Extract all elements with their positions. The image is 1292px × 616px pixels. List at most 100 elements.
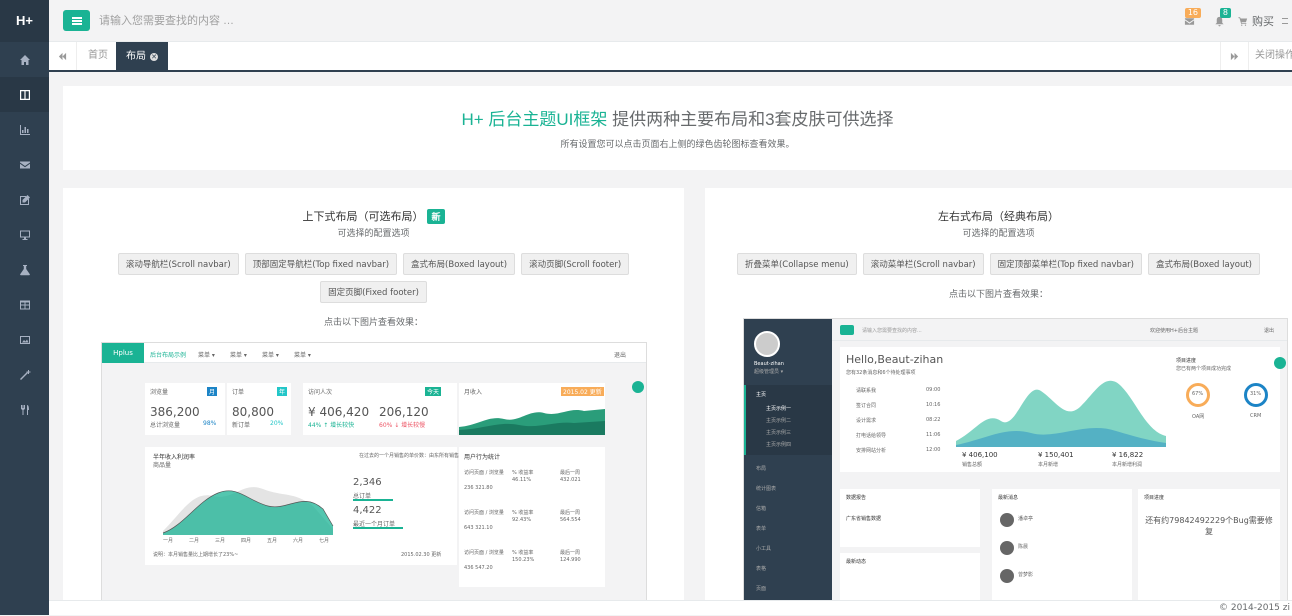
boxed-layout-button[interactable]: 盒式布局(Boxed layout) [403, 253, 516, 275]
bars-icon [71, 16, 82, 25]
new-badge: 新 [427, 208, 445, 224]
page-footer: © 2014-2015 zi [49, 600, 1292, 615]
preview-box-title: 数据报告 [846, 495, 867, 501]
preview-kpi-bar [353, 527, 403, 529]
right-sidebar-toggle[interactable] [1282, 0, 1292, 42]
preview-news-box: 最新消息 潘卓亭 陈晨 曾梦影 [992, 489, 1132, 614]
preview-nav-item: 菜单 ▾ [262, 352, 279, 359]
preview-stat-sub: 44% ↑ 增长较快 [308, 422, 355, 429]
tab-layout[interactable]: 布局 ✕ [116, 42, 168, 71]
preview-nav-item: 菜单 ▾ [230, 352, 247, 359]
preview-menu-item: 统计图表 [756, 486, 777, 492]
preview-stat-value: ¥ 16,822 [1112, 451, 1144, 459]
preview-task: 设计需求 [856, 418, 877, 424]
scroll-menu-button[interactable]: 滚动菜单栏(Scroll navbar) [862, 253, 984, 275]
preview-search: 请输入您需要查找的内容... [862, 328, 922, 334]
preview-stat-value: ¥ 150,401 [1038, 451, 1074, 459]
preview-bug-text: 还有约79842492229个Bug需要修复 [1145, 516, 1273, 536]
preview-cell: 124.990 [560, 557, 581, 563]
preview-stat-tag: 年 [277, 387, 288, 396]
menu-toggle-button[interactable] [63, 10, 90, 31]
preview-kpi-bar [353, 499, 393, 501]
fixed-top-menu-button[interactable]: 固定顶部菜单栏(Top fixed navbar) [989, 253, 1142, 275]
messages-button[interactable]: 16 [1174, 0, 1204, 42]
bar-chart-icon [19, 124, 30, 135]
tab-home[interactable]: 首页 [77, 42, 120, 70]
preview-cell: 150.23% [512, 557, 535, 563]
preview-cell: 最后一周 [560, 550, 581, 556]
sidebar-item-layout[interactable] [0, 77, 49, 112]
sidebar-item-charts[interactable] [0, 112, 49, 147]
preview-stat-value: ¥ 406,100 [962, 451, 998, 459]
preview-navbar: Hplus 后台布局示例 菜单 ▾ 菜单 ▾ 菜单 ▾ 菜单 ▾ 退出 [102, 343, 646, 363]
card-subtitle: 可选择的配置选项 [337, 229, 410, 239]
sidebar-item-tables[interactable] [0, 287, 49, 322]
magic-icon [19, 369, 30, 380]
preview-box-title: 最新消息 [998, 495, 1019, 501]
sidebar-item-ui[interactable] [0, 217, 49, 252]
close-tab-icon[interactable]: ✕ [150, 52, 158, 61]
click-hint: 点击以下图片查看效果： [948, 290, 1048, 300]
buy-label: 购买 [1252, 15, 1274, 28]
search-input[interactable] [97, 12, 397, 30]
envelope-icon [19, 161, 30, 168]
top-layout-preview-image[interactable]: Hplus 后台布局示例 菜单 ▾ 菜单 ▾ 菜单 ▾ 菜单 ▾ 退出 浏览量 … [101, 342, 647, 615]
preview-task-time: 12:00 [926, 447, 941, 453]
scroll-navbar-button[interactable]: 滚动导航栏(Scroll navbar) [117, 253, 239, 275]
preview-sidebar: Beaut-zihan 超级管理员 ▾ 主页 主页示例一 主页示例二 主页示例三… [744, 319, 832, 614]
preview-income-chart-box: 半年收入利润率 商品量 在过去的一个月销售的单价数：由东所有销售：162,862… [145, 447, 485, 565]
preview-foot-note: 说明：本月销售量比上期增长了23%~ [153, 552, 239, 558]
sidebar-item-tools[interactable] [0, 357, 49, 392]
preview-user-role: 超级管理员 ▾ [754, 369, 784, 375]
sidebar-item-misc[interactable] [0, 392, 49, 427]
preview-avatar [1000, 513, 1014, 527]
edit-icon [19, 194, 30, 205]
preview-menu-button [840, 325, 854, 335]
buy-link[interactable]: 购买 [1238, 13, 1274, 29]
preview-project-box: 项目进度 还有约79842492229个Bug需要修复 [1138, 489, 1280, 614]
sidebar-item-gallery[interactable] [0, 322, 49, 357]
sidebar-item-mail[interactable] [0, 147, 49, 182]
home-icon [19, 54, 30, 65]
preview-stat-box: 订单 年 80,800 新订单 20% [227, 383, 291, 435]
top-fixed-navbar-button[interactable]: 顶部固定导航栏(Top fixed navbar) [244, 253, 398, 275]
preview-stat-value: 206,120 [379, 405, 429, 419]
preview-task-time: 08:22 [926, 417, 941, 423]
preview-task-time: 09:00 [926, 387, 941, 393]
fixed-footer-button[interactable]: 固定页脚(Fixed footer) [320, 281, 427, 303]
sidebar-item-home[interactable] [0, 42, 49, 77]
preview-stat-value: 386,200 [150, 405, 200, 419]
preview-stat-label: 访问人次 [308, 389, 333, 396]
notifications-button[interactable]: 8 [1204, 0, 1234, 42]
preview-month-label: 一月 [163, 538, 174, 544]
flask-icon [19, 264, 30, 275]
preview-chart-unit: 商品量 [153, 462, 172, 469]
preview-cell: 访问页面 / 浏览量 [464, 470, 504, 476]
close-operations-dropdown[interactable]: 关闭操作 [1248, 42, 1292, 70]
preview-cell: 最后一周 [560, 510, 581, 516]
preview-stat-pct: 98% [203, 420, 217, 427]
app-logo[interactable]: H+ [0, 0, 49, 42]
sidebar-item-lab[interactable] [0, 252, 49, 287]
preview-greeting: Hello,Beaut-zihan [846, 353, 944, 366]
preview-kpi: 2,346 [353, 477, 382, 488]
messages-count-badge: 16 [1184, 8, 1201, 18]
preview-nav-item: 菜单 ▾ [198, 352, 215, 359]
preview-cell: 92.43% [512, 517, 532, 523]
preview-stat-value: 80,800 [232, 405, 274, 419]
preview-menu-item: 主页示例四 [766, 442, 792, 448]
preview-menu-item: 主页 [756, 392, 767, 398]
collapse-menu-button[interactable]: 折叠菜单(Collapse menu) [736, 253, 857, 275]
sidebar-item-forms[interactable] [0, 182, 49, 217]
tabs-scroll-right-button[interactable] [1220, 42, 1248, 70]
scroll-footer-button[interactable]: 滚动页脚(Scroll footer) [521, 253, 630, 275]
classic-layout-preview-image[interactable]: Beaut-zihan 超级管理员 ▾ 主页 主页示例一 主页示例二 主页示例三… [743, 318, 1288, 615]
preview-box-title: 最新动态 [846, 559, 867, 565]
preview-box-sub: 广东省销售数据 [846, 516, 882, 522]
boxed-layout-button[interactable]: 盒式布局(Boxed layout) [1147, 253, 1260, 275]
preview-news-name: 陈晨 [1018, 544, 1029, 550]
top-bottom-layout-card: 上下式布局（可选布局） 新 可选择的配置选项 滚动导航栏(Scroll navb… [63, 188, 684, 615]
layout-intro-panel: H+ 后台主题UI框架 提供两种主要布局和3套皮肤可供选择 所有设置您可以点击页… [63, 86, 1292, 170]
left-right-layout-card: 左右式布局（经典布局） 可选择的配置选项 折叠菜单(Collapse menu)… [705, 188, 1292, 615]
tabs-scroll-left-button[interactable] [49, 42, 77, 70]
